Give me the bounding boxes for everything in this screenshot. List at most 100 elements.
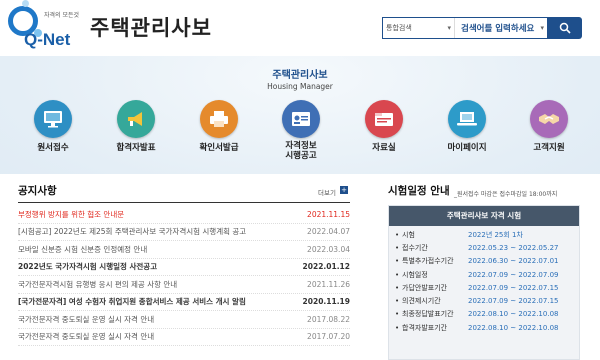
schedule-row: • 시험일정 2022.07.09 ~ 2022.07.09 <box>395 268 573 281</box>
logo-dot-icon <box>22 0 29 7</box>
menu-item-certificate[interactable]: 확인서발급 <box>188 100 248 170</box>
notice-title[interactable]: 부정행위 방지를 위한 협조 안내문 <box>18 209 124 220</box>
search-scope-label: 통합검색 <box>386 24 412 32</box>
schedule-row: • 가답안발표기간 2022.07.09 ~ 2022.07.15 <box>395 281 573 294</box>
notice-date: 2017.08.22 <box>307 314 350 324</box>
printer-icon <box>200 100 238 138</box>
menu-item-mypage[interactable]: 마이페이지 <box>436 100 496 170</box>
notice-date: 2020.11.19 <box>302 297 350 307</box>
folder-icon <box>365 100 403 138</box>
notice-title[interactable]: 모바일 신분증 시험 신분증 인정예정 안내 <box>18 244 147 255</box>
schedule-row: • 시험 2022년 25회 1차 <box>395 228 573 241</box>
notice-row[interactable]: [시험공고] 2022년도 제25회 주택관리사보 국가자격시험 시행계획 공고… <box>18 224 350 241</box>
qnet-logo[interactable]: 자격의 모든것 Q-Net <box>8 0 88 54</box>
notice-row[interactable]: 모바일 신분증 시험 신분증 인정예정 안내 2022.03.04 <box>18 241 350 259</box>
header: 자격의 모든것 Q-Net 주택관리사보 통합검색 ▾ 검색어를 입력하세요 ▾ <box>0 0 600 56</box>
search-scope-select[interactable]: 통합검색 ▾ <box>383 18 455 38</box>
menu-label: 마이페이지 <box>447 143 487 153</box>
menu-label: 합격자발표 <box>116 143 156 153</box>
schedule-label: 시험 <box>402 230 415 239</box>
menu-label: 자격정보 시행공고 <box>285 141 317 161</box>
schedule-value: 2022년 25회 1차 <box>468 230 523 239</box>
schedule-label: 합격자발표기간 <box>402 323 448 332</box>
notice-title[interactable]: [국가전문자격] 여성 수험자 취업지원 종합서비스 제공 서비스 개시 알림 <box>18 296 246 307</box>
notice-date: 2022.01.12 <box>302 262 350 272</box>
banner-subtitle: Housing Manager <box>267 82 333 91</box>
bullet-icon: • <box>395 270 400 279</box>
notice-section-title: 공지사항 <box>18 185 57 197</box>
notice-date: 2021.11.15 <box>307 209 350 219</box>
schedule-row: • 특별추가접수기간 2022.06.30 ~ 2022.07.01 <box>395 255 573 268</box>
bullet-icon: • <box>395 310 400 319</box>
schedule-row: • 합격자발표기간 2022.08.10 ~ 2022.10.08 <box>395 321 573 334</box>
handshake-icon <box>530 100 568 138</box>
notice-title[interactable]: 2022년도 국가자격시험 시행일정 사전공고 <box>18 261 157 272</box>
notice-title[interactable]: 국가전문자격 중도퇴실 운영 실시 자격 안내 <box>18 314 154 325</box>
search-placeholder: 검색어를 입력하세요 <box>461 24 535 34</box>
schedule-label: 접수기간 <box>402 243 428 252</box>
bullet-icon: • <box>395 297 400 306</box>
notice-date: 2022.03.04 <box>307 244 350 254</box>
divider <box>18 202 350 203</box>
schedule-label: 시험일정 <box>402 270 428 279</box>
menu-item-archive[interactable]: 자료실 <box>353 100 413 170</box>
id-card-icon <box>282 100 320 138</box>
schedule-row: • 의견제시기간 2022.07.09 ~ 2022.07.15 <box>395 294 573 307</box>
schedule-value: 2022.05.23 ~ 2022.05.27 <box>468 243 559 252</box>
schedule-title: 시험일정 안내 <box>388 185 450 197</box>
bullet-icon: • <box>395 323 400 332</box>
notice-date: 2021.11.26 <box>307 279 350 289</box>
notice-row[interactable]: 국가전문자격시험 유행병 응시 편의 제공 사항 안내 2021.11.26 <box>18 276 350 294</box>
schedule-value: 2022.08.10 ~ 2022.10.08 <box>468 323 559 332</box>
menu-label: 확인서발급 <box>199 143 239 153</box>
schedule-note: _원서접수 마감은 접수마감일 18:00까지 <box>454 191 558 198</box>
schedule-value: 2022.07.09 ~ 2022.07.09 <box>468 270 559 279</box>
notice-title[interactable]: 국가전문자격 중도퇴실 운영 실시 자격 안내 <box>18 331 154 342</box>
schedule-rows: • 시험 2022년 25회 1차 • 접수기간 2022.05.23 ~ 2022.05… <box>389 226 579 334</box>
bullet-icon: • <box>395 257 400 266</box>
bullet-icon: • <box>395 243 400 252</box>
notice-row[interactable]: [국가전문자격] 여성 수험자 취업지원 종합서비스 제공 서비스 개시 알림 2… <box>18 294 350 311</box>
bullet-icon: • <box>395 230 400 239</box>
plus-icon[interactable]: + <box>340 186 348 194</box>
notice-row[interactable]: 부정행위 방지를 위한 협조 안내문 2021.11.15 <box>18 206 350 224</box>
search-input[interactable]: 검색어를 입력하세요 ▾ <box>455 18 547 38</box>
notice-row[interactable]: 국가전문자격 중도퇴실 운영 실시 자격 안내 2017.08.22 <box>18 311 350 329</box>
menu-label: 원서접수 <box>37 143 69 153</box>
banner: 주택관리사보 Housing Manager 원서접수 합격자발표 확인서발급 … <box>0 56 600 174</box>
menu-item-results[interactable]: 합격자발표 <box>105 100 165 170</box>
schedule-box: 주택관리사보 자격 시험 • 시험 2022년 25회 1차 • 접수기간 2022.05… <box>388 205 580 360</box>
notice-title[interactable]: 국가전문자격시험 유행병 응시 편의 제공 사항 안내 <box>18 279 177 290</box>
notice-title[interactable]: [시험공고] 2022년도 제25회 주택관리사보 국가자격시험 시행계획 공고 <box>18 226 246 237</box>
logo-tagline: 자격의 모든것 <box>44 12 80 19</box>
schedule-box-title: 주택관리사보 자격 시험 <box>389 206 579 226</box>
schedule-label: 최종정답발표기간 <box>402 310 454 319</box>
schedule-label: 특별추가접수기간 <box>402 257 454 266</box>
megaphone-icon <box>117 100 155 138</box>
logo-text: Q-Net <box>24 30 71 49</box>
schedule-row: • 최종정답발표기간 2022.08.10 ~ 2022.10.08 <box>395 308 573 321</box>
notice-row[interactable]: 국가전문자격 중도퇴실 운영 실시 자격 안내 2017.07.20 <box>18 329 350 346</box>
chevron-down-icon: ▾ <box>447 24 451 32</box>
monitor-icon <box>34 100 72 138</box>
site-title: 주택관리사보 <box>90 16 212 40</box>
menu-item-apply[interactable]: 원서접수 <box>22 100 82 170</box>
more-link[interactable]: 더보기 <box>318 187 336 197</box>
chevron-down-icon: ▾ <box>540 24 544 32</box>
bullet-icon: • <box>395 283 400 292</box>
schedule-label: 의견제시기간 <box>402 297 441 306</box>
search-icon <box>559 22 571 34</box>
schedule-value: 2022.07.09 ~ 2022.07.15 <box>468 283 559 292</box>
menu-item-info[interactable]: 자격정보 시행공고 <box>270 100 330 170</box>
notice-row[interactable]: 2022년도 국가자격시험 시행일정 사전공고 2022.01.12 <box>18 259 350 276</box>
menu-label: 고객지원 <box>533 143 565 153</box>
notice-date: 2017.07.20 <box>307 332 350 342</box>
notice-date: 2022.04.07 <box>307 227 350 237</box>
notice-list: 부정행위 방지를 위한 협조 안내문 2021.11.15 [시험공고] 2022년… <box>18 206 350 346</box>
search-button[interactable] <box>548 17 582 39</box>
schedule-label: 가답안발표기간 <box>402 283 448 292</box>
menu-item-support[interactable]: 고객지원 <box>518 100 578 170</box>
schedule-row: • 접수기간 2022.05.23 ~ 2022.05.27 <box>395 241 573 254</box>
schedule-value: 2022.06.30 ~ 2022.07.01 <box>468 257 559 266</box>
search-box: 통합검색 ▾ 검색어를 입력하세요 ▾ <box>382 17 548 39</box>
